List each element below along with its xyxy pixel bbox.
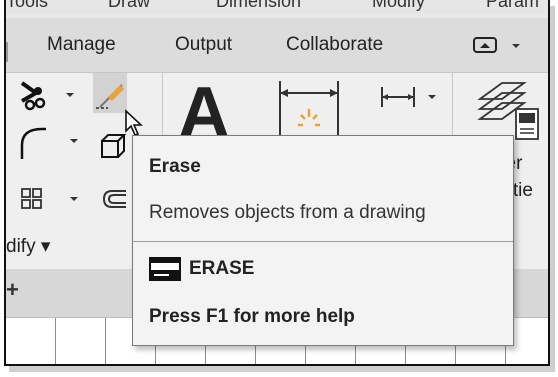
autocad-window: Tools Draw Dimension Modify Param Manage… (4, 0, 550, 366)
tab-collaborate[interactable]: Collaborate (286, 34, 383, 56)
linear-dim-icon[interactable] (378, 83, 442, 113)
menu-draw[interactable]: Draw (108, 0, 150, 12)
tooltip-title: Erase (149, 156, 201, 177)
layers-icon[interactable] (476, 79, 540, 143)
tooltip-description: Removes objects from a drawing (149, 202, 426, 223)
erase-tooltip: Erase Removes objects from a drawing ERA… (132, 135, 514, 346)
tab-manage[interactable]: Manage (47, 34, 116, 56)
erase-icon[interactable] (94, 77, 128, 111)
menu-tools[interactable]: Tools (6, 0, 48, 12)
tooltip-help: Press F1 for more help (149, 306, 355, 327)
tooltip-divider (133, 241, 513, 242)
menu-dimension[interactable]: Dimension (216, 0, 301, 12)
modify-panel-title[interactable]: dify ▾ (6, 235, 50, 258)
menu-bar: Tools Draw Dimension Modify Param (6, 0, 548, 14)
tab-separator (6, 42, 8, 62)
array-icon[interactable] (18, 185, 82, 219)
cube-icon[interactable] (98, 133, 134, 161)
ribbon-tab-row: Manage Output Collaborate (6, 18, 548, 73)
new-tab-icon[interactable]: + (6, 277, 19, 303)
scissors-icon[interactable] (16, 79, 76, 113)
tooltip-command: ERASE (189, 258, 255, 279)
command-line-icon (149, 257, 181, 281)
menu-modify[interactable]: Modify (372, 0, 425, 12)
menu-param[interactable]: Param (486, 0, 539, 12)
fillet-icon[interactable] (16, 125, 80, 161)
view-toggle-icon[interactable] (472, 32, 528, 56)
tab-output[interactable]: Output (175, 34, 232, 56)
offset-icon[interactable] (102, 185, 136, 215)
